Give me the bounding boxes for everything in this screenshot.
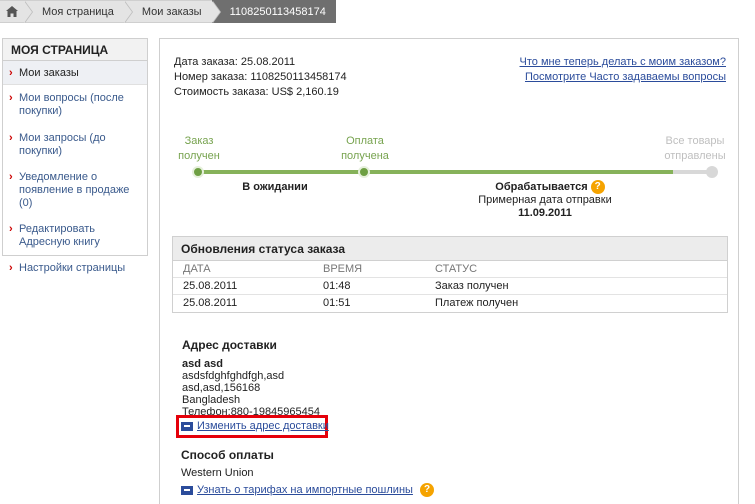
address-country: Bangladesh [182,394,241,406]
sidebar: МОЯ СТРАНИЦА › Мои заказы › Мои вопросы … [2,38,148,274]
order-progress: Заказ получен Оплата получена Все товары… [160,134,740,234]
chevron-right-icon: › [9,67,13,79]
help-icon[interactable]: ? [420,483,434,498]
faq-link[interactable]: Посмотрите Часто задаваемы вопросы [520,70,726,85]
breadcrumb-my-orders[interactable]: Мои заказы [123,0,221,23]
eta-label: Примерная дата отправки [478,194,612,206]
sidebar-item-my-questions[interactable]: › Мои вопросы (после покупки) [3,92,147,118]
sidebar-item-notifications[interactable]: › Уведомление о появление в продаже (0) [3,171,147,210]
progress-dot [192,166,204,178]
sidebar-item-address-book[interactable]: › Редактировать Адресную книгу [3,223,147,249]
breadcrumb-home[interactable] [0,0,33,23]
table-header: ДАТА ВРЕМЯ СТАТУС [173,261,727,278]
eta-date: 11.09.2011 [518,207,572,219]
home-icon [6,6,18,17]
payment-method: Western Union [181,467,254,479]
status-title: Обновления статуса заказа [173,237,727,261]
chevron-right-icon: › [9,132,13,144]
stage-payment-received: Оплата получена [341,135,389,162]
chevron-right-icon: › [9,262,13,274]
breadcrumb-label: Моя страница [42,6,114,18]
order-number: 1108250113458174 [250,71,347,83]
order-info: Дата заказа: 25.08.2011 Номер заказа: 11… [174,55,347,100]
stage-order-received: Заказ получен [178,135,220,162]
chevron-right-icon: › [9,92,13,104]
arrow-right-icon [181,485,193,495]
breadcrumb: Моя страница Мои заказы 1108250113458174 [0,0,336,23]
processing-label: Обрабатывается ? [460,180,640,194]
arrow-right-icon [181,421,193,431]
sidebar-item-my-orders[interactable]: › Мои заказы [3,61,147,85]
what-to-do-link[interactable]: Что мне теперь делать с моим заказом? [520,55,726,70]
order-cost-row: Стоимость заказа: US$ 2,160.19 [174,86,339,98]
chevron-right-icon: › [9,171,13,183]
breadcrumb-current-order: 1108250113458174 [211,0,336,23]
breadcrumb-label: 1108250113458174 [229,6,326,18]
table-row: 25.08.2011 01:48 Заказ получен [173,278,727,295]
sidebar-item-my-requests[interactable]: › Мои запросы (до покупки) [3,132,147,158]
payment-title: Способ оплаты [181,448,274,462]
breadcrumb-label: Мои заказы [141,6,202,18]
table-row: 25.08.2011 01:51 Платеж получен [183,297,519,309]
help-links: Что мне теперь делать с моим заказом? По… [520,55,726,85]
tariff-link-row[interactable]: Узнать о тарифах на импортные пошлины ? [181,483,434,498]
sidebar-item-settings[interactable]: › Настройки страницы [3,262,147,275]
shipping-address: Адрес доставки asd asd asdsfdghfghdfgh,a… [182,339,320,418]
help-icon[interactable]: ? [590,180,605,194]
sidebar-item-label: Уведомление о появление в продаже (0) [19,171,130,209]
address-title: Адрес доставки [182,338,277,352]
address-name: asd asd [182,358,223,370]
sidebar-item-label: Настройки страницы [19,262,126,274]
sidebar-item-label: Мои вопросы (после покупки) [19,92,124,117]
sidebar-item-label: Редактировать Адресную книгу [19,223,100,248]
edit-address-link[interactable]: Изменить адрес доставки [181,419,329,433]
progress-bar-done [198,170,673,174]
sidebar-title: МОЯ СТРАНИЦА [3,39,147,61]
breadcrumb-my-page[interactable]: Моя страница [24,0,133,23]
address-line: asd,asd,156168 [182,382,261,394]
order-cost: US$ 2,160.19 [271,86,339,98]
progress-dot [706,166,718,178]
waiting-label: В ожидании [242,181,308,193]
order-number-row: Номер заказа: 1108250113458174 [174,71,347,83]
chevron-right-icon: › [9,223,13,235]
progress-dot [358,166,370,178]
stage-shipped: Все товары отправлены [664,135,726,162]
sidebar-item-label: Мои заказы [19,67,79,79]
order-date-row: Дата заказа: 25.08.2011 [174,56,296,68]
sidebar-item-label: Мои запросы (до покупки) [19,132,106,157]
order-date: 25.08.2011 [240,56,296,68]
address-line: asdsfdghfghdfgh,asd [182,370,285,382]
status-updates: Обновления статуса заказа ДАТА ВРЕМЯ СТА… [172,236,728,313]
